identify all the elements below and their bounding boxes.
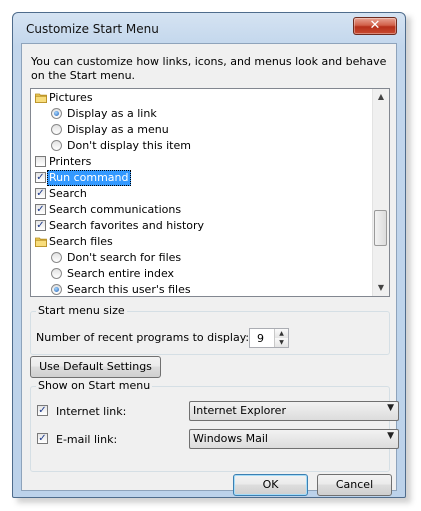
tree-item-label: Don't display this item: [67, 139, 191, 152]
recent-programs-spinner[interactable]: 9 ▲ ▼: [249, 328, 289, 348]
dialog-window: Customize Start Menu ✕ You can customize…: [12, 12, 406, 498]
tree-item-label: Search favorites and history: [49, 219, 205, 232]
tree-radio[interactable]: [51, 140, 62, 151]
tree-item-label: Printers: [49, 155, 92, 168]
use-default-settings-label: Use Default Settings: [39, 360, 152, 373]
tree-item[interactable]: Display as a link: [31, 106, 372, 122]
tree-checkbox[interactable]: ✓: [35, 220, 46, 231]
tree-radio[interactable]: [51, 252, 62, 263]
tree-item-label: Search this user's files: [67, 283, 191, 296]
tree-item[interactable]: Pictures: [31, 90, 372, 106]
email-link-dropdown[interactable]: Windows Mail ▼: [189, 429, 399, 449]
tree-checkbox[interactable]: [35, 156, 46, 167]
tree-radio[interactable]: [51, 124, 62, 135]
dialog-client-area: You can customize how links, icons, and …: [21, 43, 399, 496]
tree-item-label: Pictures: [49, 91, 93, 104]
start-menu-size-group: Start menu size Number of recent program…: [30, 304, 390, 355]
email-link-value: Windows Mail: [193, 432, 268, 445]
folder-icon: [35, 92, 47, 103]
show-on-start-legend: Show on Start menu: [36, 379, 153, 392]
tree-radio[interactable]: [51, 108, 62, 119]
tree-item-label: Search entire index: [67, 267, 175, 280]
tree-list: Pictures Display as a link Display as a me…: [31, 89, 372, 296]
ok-button[interactable]: OK: [233, 474, 308, 496]
scrollbar-thumb[interactable]: [374, 210, 387, 246]
tree-item[interactable]: ✓ Search: [31, 186, 372, 202]
scroll-down-arrow-icon[interactable]: ▼: [373, 280, 389, 296]
tree-item-label: Search: [49, 187, 87, 200]
spinner-buttons: ▲ ▼: [274, 329, 288, 347]
tree-item[interactable]: Search entire index: [31, 266, 372, 282]
recent-programs-value[interactable]: 9: [257, 332, 264, 345]
start-menu-size-legend: Start menu size: [36, 304, 127, 317]
intro-text: You can customize how links, icons, and …: [31, 55, 387, 82]
tree-item-label: Display as a menu: [67, 123, 169, 136]
tree-checkbox[interactable]: ✓: [35, 188, 46, 199]
internet-link-checkbox[interactable]: ✓: [37, 405, 48, 416]
scroll-up-arrow-icon[interactable]: ▲: [373, 89, 389, 105]
title-bar[interactable]: Customize Start Menu ✕: [13, 13, 405, 43]
tree-item[interactable]: Display as a menu: [31, 122, 372, 138]
tree-checkbox[interactable]: ✓: [35, 204, 46, 215]
email-link-label: E-mail link:: [56, 433, 118, 446]
cancel-button[interactable]: Cancel: [317, 474, 392, 496]
tree-item[interactable]: Search files: [31, 234, 372, 250]
folder-icon: [35, 236, 47, 247]
tree-item-label: Search files: [49, 235, 113, 248]
use-default-settings-button[interactable]: Use Default Settings: [30, 356, 161, 378]
tree-radio[interactable]: [51, 284, 62, 295]
tree-item[interactable]: Search this user's files: [31, 282, 372, 296]
cancel-label: Cancel: [335, 478, 374, 491]
tree-checkbox[interactable]: ✓: [35, 172, 46, 183]
chevron-down-icon: ▼: [387, 431, 394, 441]
tree-item-label: Display as a link: [67, 107, 157, 120]
tree-item[interactable]: ✓ Search communications: [31, 202, 372, 218]
tree-item[interactable]: Don't search for files: [31, 250, 372, 266]
vertical-scrollbar[interactable]: ▲ ▼: [372, 89, 389, 296]
tree-radio[interactable]: [51, 268, 62, 279]
close-button[interactable]: ✕: [353, 17, 397, 35]
tree-item-label: Don't search for files: [67, 251, 182, 264]
window-title: Customize Start Menu: [26, 22, 159, 36]
internet-link-dropdown[interactable]: Internet Explorer ▼: [189, 401, 399, 421]
tree-item[interactable]: ✓ Search favorites and history: [31, 218, 372, 234]
recent-programs-label: Number of recent programs to display:: [36, 331, 250, 344]
internet-link-value: Internet Explorer: [193, 404, 286, 417]
spinner-up-icon[interactable]: ▲: [275, 329, 288, 338]
tree-item[interactable]: Printers: [31, 154, 372, 170]
internet-link-label: Internet link:: [56, 405, 127, 418]
email-link-checkbox[interactable]: ✓: [37, 433, 48, 444]
tree-item-label: Search communications: [49, 203, 182, 216]
spinner-down-icon[interactable]: ▼: [275, 338, 288, 347]
close-icon: ✕: [369, 18, 381, 33]
ok-label: OK: [262, 478, 279, 491]
chevron-down-icon: ▼: [387, 403, 394, 413]
show-on-start-group: Show on Start menu ✓ Internet link: Inte…: [30, 379, 399, 472]
tree-item[interactable]: ✓ Run command: [31, 170, 372, 186]
start-menu-options-tree[interactable]: Pictures Display as a link Display as a me…: [30, 88, 390, 297]
tree-item-label: Run command: [47, 170, 131, 186]
tree-item[interactable]: Don't display this item: [31, 138, 372, 154]
